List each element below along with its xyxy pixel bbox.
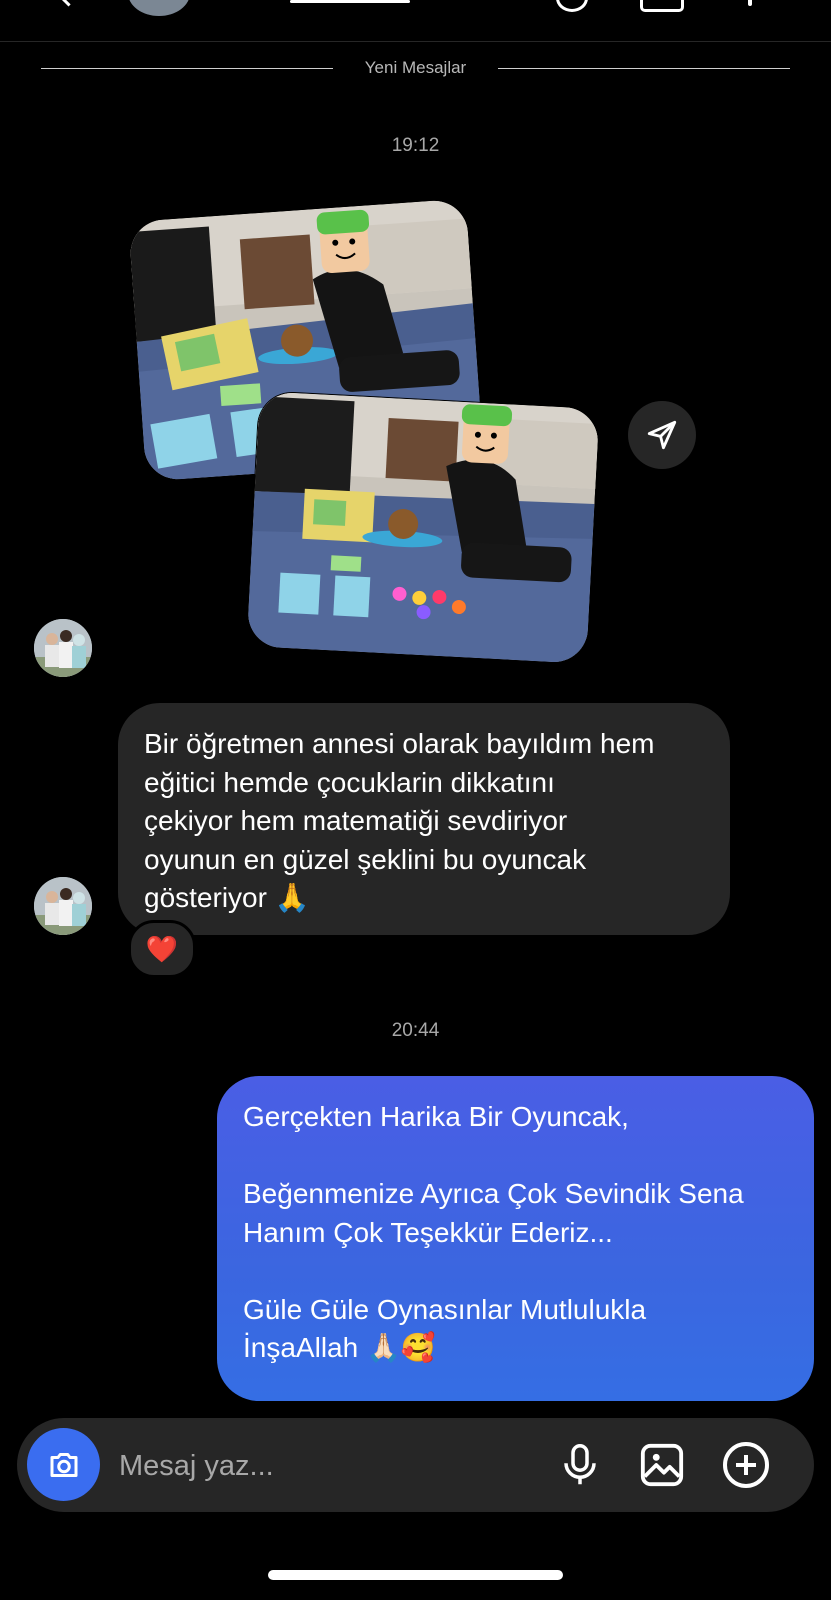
home-indicator[interactable] <box>268 1570 563 1580</box>
heart-reaction[interactable]: ❤️ <box>128 920 196 978</box>
photo-illustration <box>246 391 600 664</box>
message-input[interactable] <box>117 1440 541 1492</box>
message-composer <box>17 1418 814 1512</box>
incoming-message-bubble[interactable]: Bir öğretmen annesi olarak bayıldım hem … <box>118 703 730 935</box>
new-messages-divider: Yeni Mesajlar <box>41 58 790 78</box>
gallery-button[interactable] <box>637 1440 687 1490</box>
shared-photo-2[interactable] <box>246 391 600 664</box>
microphone-button[interactable] <box>555 1440 605 1490</box>
send-icon <box>647 420 677 450</box>
family-photo-icon <box>34 619 92 677</box>
add-button[interactable] <box>721 1440 771 1490</box>
sender-avatar[interactable] <box>34 877 92 935</box>
divider-line-right <box>498 68 790 69</box>
share-button[interactable] <box>628 401 696 469</box>
message-timestamp: 20:44 <box>391 1020 440 1041</box>
outgoing-message-bubble[interactable]: Gerçekten Harika Bir Oyuncak, Beğenmeniz… <box>217 1076 814 1401</box>
chat-header <box>0 0 831 42</box>
family-photo-icon <box>34 877 92 935</box>
video-icon[interactable] <box>640 0 684 12</box>
contact-avatar[interactable] <box>128 0 190 16</box>
add-icon <box>723 1442 769 1488</box>
phone-icon[interactable] <box>556 0 588 12</box>
back-chevron-icon[interactable] <box>56 0 81 7</box>
contact-name[interactable] <box>290 0 410 3</box>
sender-avatar[interactable] <box>34 619 92 677</box>
microphone-icon <box>564 1444 596 1485</box>
camera-icon <box>50 1452 77 1477</box>
gallery-icon <box>640 1443 684 1487</box>
more-icon[interactable] <box>748 0 752 6</box>
message-timestamp: 19:12 <box>391 135 440 156</box>
camera-button[interactable] <box>27 1428 100 1501</box>
